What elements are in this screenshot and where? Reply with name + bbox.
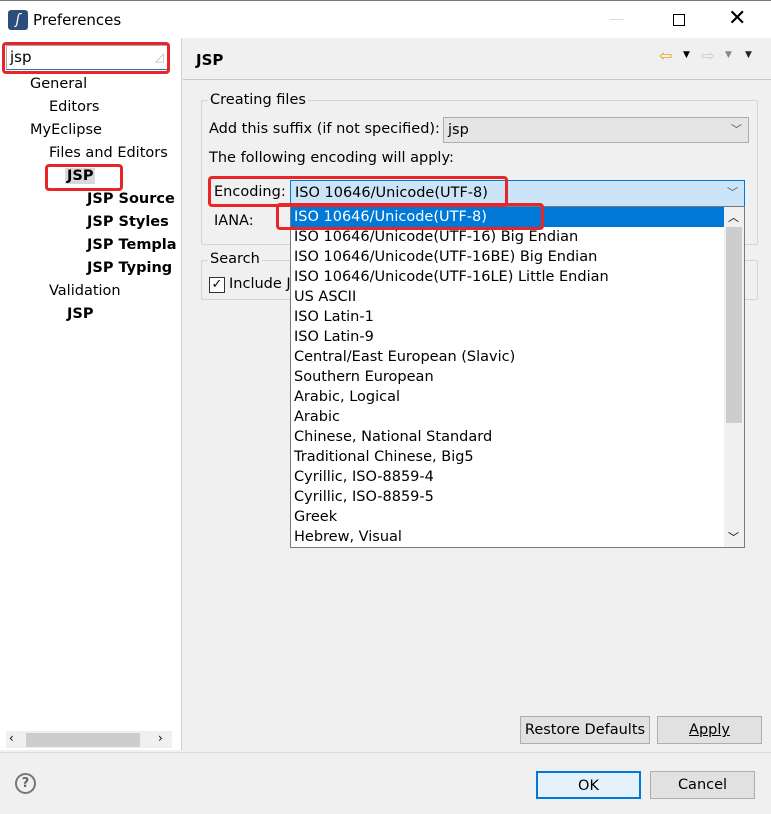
back-arrow-icon[interactable]: ⇦ <box>659 46 672 65</box>
forward-arrow-icon[interactable]: ⇨ <box>701 46 714 65</box>
scroll-thumb[interactable] <box>26 733 140 747</box>
encoding-option[interactable]: Arabic, Logical <box>291 387 724 407</box>
tree-item[interactable]: JSP Source <box>87 191 175 207</box>
chevron-down-icon: ﹀ <box>727 186 738 199</box>
encoding-option[interactable]: Chinese, National Standard <box>291 427 724 447</box>
forward-menu-icon[interactable]: ▼ <box>725 50 732 60</box>
help-icon[interactable]: ? <box>15 773 36 794</box>
ok-button[interactable]: OK <box>536 771 641 799</box>
suffix-label: Add this suffix (if not specified): <box>209 121 440 137</box>
encoding-option[interactable]: Greek <box>291 507 724 527</box>
tree-item[interactable]: JSP Typing <box>87 260 172 276</box>
encoding-option[interactable]: Central/East European (Slavic) <box>291 347 724 367</box>
apply-button[interactable]: Apply <box>657 716 762 744</box>
include-checkbox[interactable]: ✓ <box>209 277 225 293</box>
tree-item[interactable]: Validation <box>49 283 121 299</box>
encoding-option[interactable]: Traditional Chinese, Big5 <box>291 447 724 467</box>
minimize-button[interactable] <box>610 19 624 20</box>
encoding-option[interactable]: ISO Latin-9 <box>291 327 724 347</box>
list-scrollbar[interactable]: ︿ ﹀ <box>724 207 744 547</box>
tree-item[interactable]: General <box>30 76 87 92</box>
scroll-left-icon[interactable]: ‹ <box>9 731 14 745</box>
view-menu-icon[interactable]: ▼ <box>745 50 752 60</box>
suffix-combo[interactable]: jsp ﹀ <box>443 117 749 143</box>
cancel-button[interactable]: Cancel <box>650 771 755 799</box>
encoding-option[interactable]: ISO 10646/Unicode(UTF-16LE) Little Endia… <box>291 267 724 287</box>
tree-item[interactable]: Files and Editors <box>49 145 168 161</box>
scroll-down-icon[interactable]: ﹀ <box>728 529 739 545</box>
chevron-down-icon: ﹀ <box>731 123 742 136</box>
encoding-option[interactable]: ISO 10646/Unicode(UTF-16) Big Endian <box>291 227 724 247</box>
tree-item[interactable]: JSP Templa <box>87 237 177 253</box>
tree-item[interactable]: JSP <box>67 306 93 322</box>
encoding-note: The following encoding will apply: <box>209 150 454 166</box>
window-title: Preferences <box>33 11 122 29</box>
highlight-tree-jsp <box>45 164 123 191</box>
bottom-separator <box>0 752 771 753</box>
restore-defaults-button[interactable]: Restore Defaults <box>520 716 650 744</box>
horizontal-scrollbar[interactable]: ‹ › <box>6 731 172 748</box>
encoding-option[interactable]: Cyrillic, ISO-8859-4 <box>291 467 724 487</box>
suffix-value: jsp <box>448 122 469 138</box>
back-menu-icon[interactable]: ▼ <box>683 50 690 60</box>
search-group-label: Search <box>208 251 262 267</box>
close-button[interactable]: ✕ <box>728 6 746 31</box>
highlight-utf8-option <box>276 203 544 230</box>
scroll-right-icon[interactable]: › <box>158 731 163 745</box>
scroll-up-icon[interactable]: ︿ <box>728 209 739 225</box>
tree-item[interactable]: JSP Styles <box>87 214 169 230</box>
highlight-filter <box>2 42 170 74</box>
preference-tree-pane: jsp ◿ General Editors MyEclipse Files and E… <box>0 38 182 750</box>
encoding-option[interactable]: ISO Latin-1 <box>291 307 724 327</box>
list-scroll-thumb[interactable] <box>726 227 742 423</box>
page-header: JSP ⇦ ▼ ⇨ ▼ ▼ <box>183 38 771 80</box>
tree-item[interactable]: Editors <box>49 99 99 115</box>
app-icon: ʃ <box>8 10 28 30</box>
encoding-option[interactable]: Hebrew, Visual <box>291 527 724 547</box>
include-label: Include J <box>229 276 291 292</box>
encoding-option[interactable]: Cyrillic, ISO-8859-5 <box>291 487 724 507</box>
tree-item[interactable]: MyEclipse <box>30 122 102 138</box>
iana-label: IANA: <box>214 213 254 229</box>
encoding-option[interactable]: ISO 10646/Unicode(UTF-16BE) Big Endian <box>291 247 724 267</box>
encoding-option[interactable]: Arabic <box>291 407 724 427</box>
maximize-button[interactable] <box>673 14 685 26</box>
page-title: JSP <box>196 51 224 69</box>
encoding-dropdown-list[interactable]: ISO 10646/Unicode(UTF-8) ISO 10646/Unicod… <box>290 206 745 548</box>
creating-files-label: Creating files <box>208 92 308 108</box>
encoding-option[interactable]: US ASCII <box>291 287 724 307</box>
title-bar: ʃ Preferences ✕ <box>0 0 771 38</box>
encoding-option[interactable]: Southern European <box>291 367 724 387</box>
